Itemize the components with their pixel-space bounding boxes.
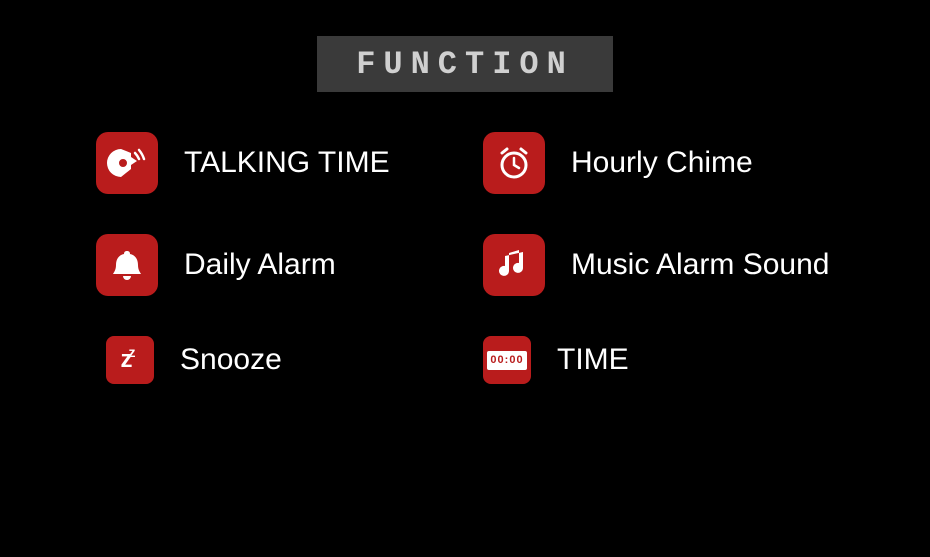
feature-label: Hourly Chime [571,146,753,180]
clock-digits: 00:00 [487,351,526,370]
feature-label: TALKING TIME [184,146,390,180]
feature-hourly-chime: Hourly Chime [483,132,840,194]
feature-snooze: zz Snooze [96,336,453,384]
snooze-icon: zz [106,336,154,384]
feature-talking-time: TALKING TIME [96,132,453,194]
page-title: FUNCTION [317,36,613,92]
feature-label: TIME [557,343,629,377]
music-note-icon [483,234,545,296]
bell-icon [96,234,158,296]
feature-daily-alarm: Daily Alarm [96,234,453,296]
alarm-clock-icon [483,132,545,194]
feature-label: Music Alarm Sound [571,248,829,282]
feature-label: Snooze [180,343,282,377]
feature-grid: TALKING TIME Hourly Chime Daily Alarm [0,92,930,384]
digital-clock-icon: 00:00 [483,336,531,384]
talking-icon [96,132,158,194]
feature-label: Daily Alarm [184,248,336,282]
snooze-z-sup: z [129,344,136,360]
feature-time: 00:00 TIME [483,336,840,384]
feature-music-alarm: Music Alarm Sound [483,234,840,296]
